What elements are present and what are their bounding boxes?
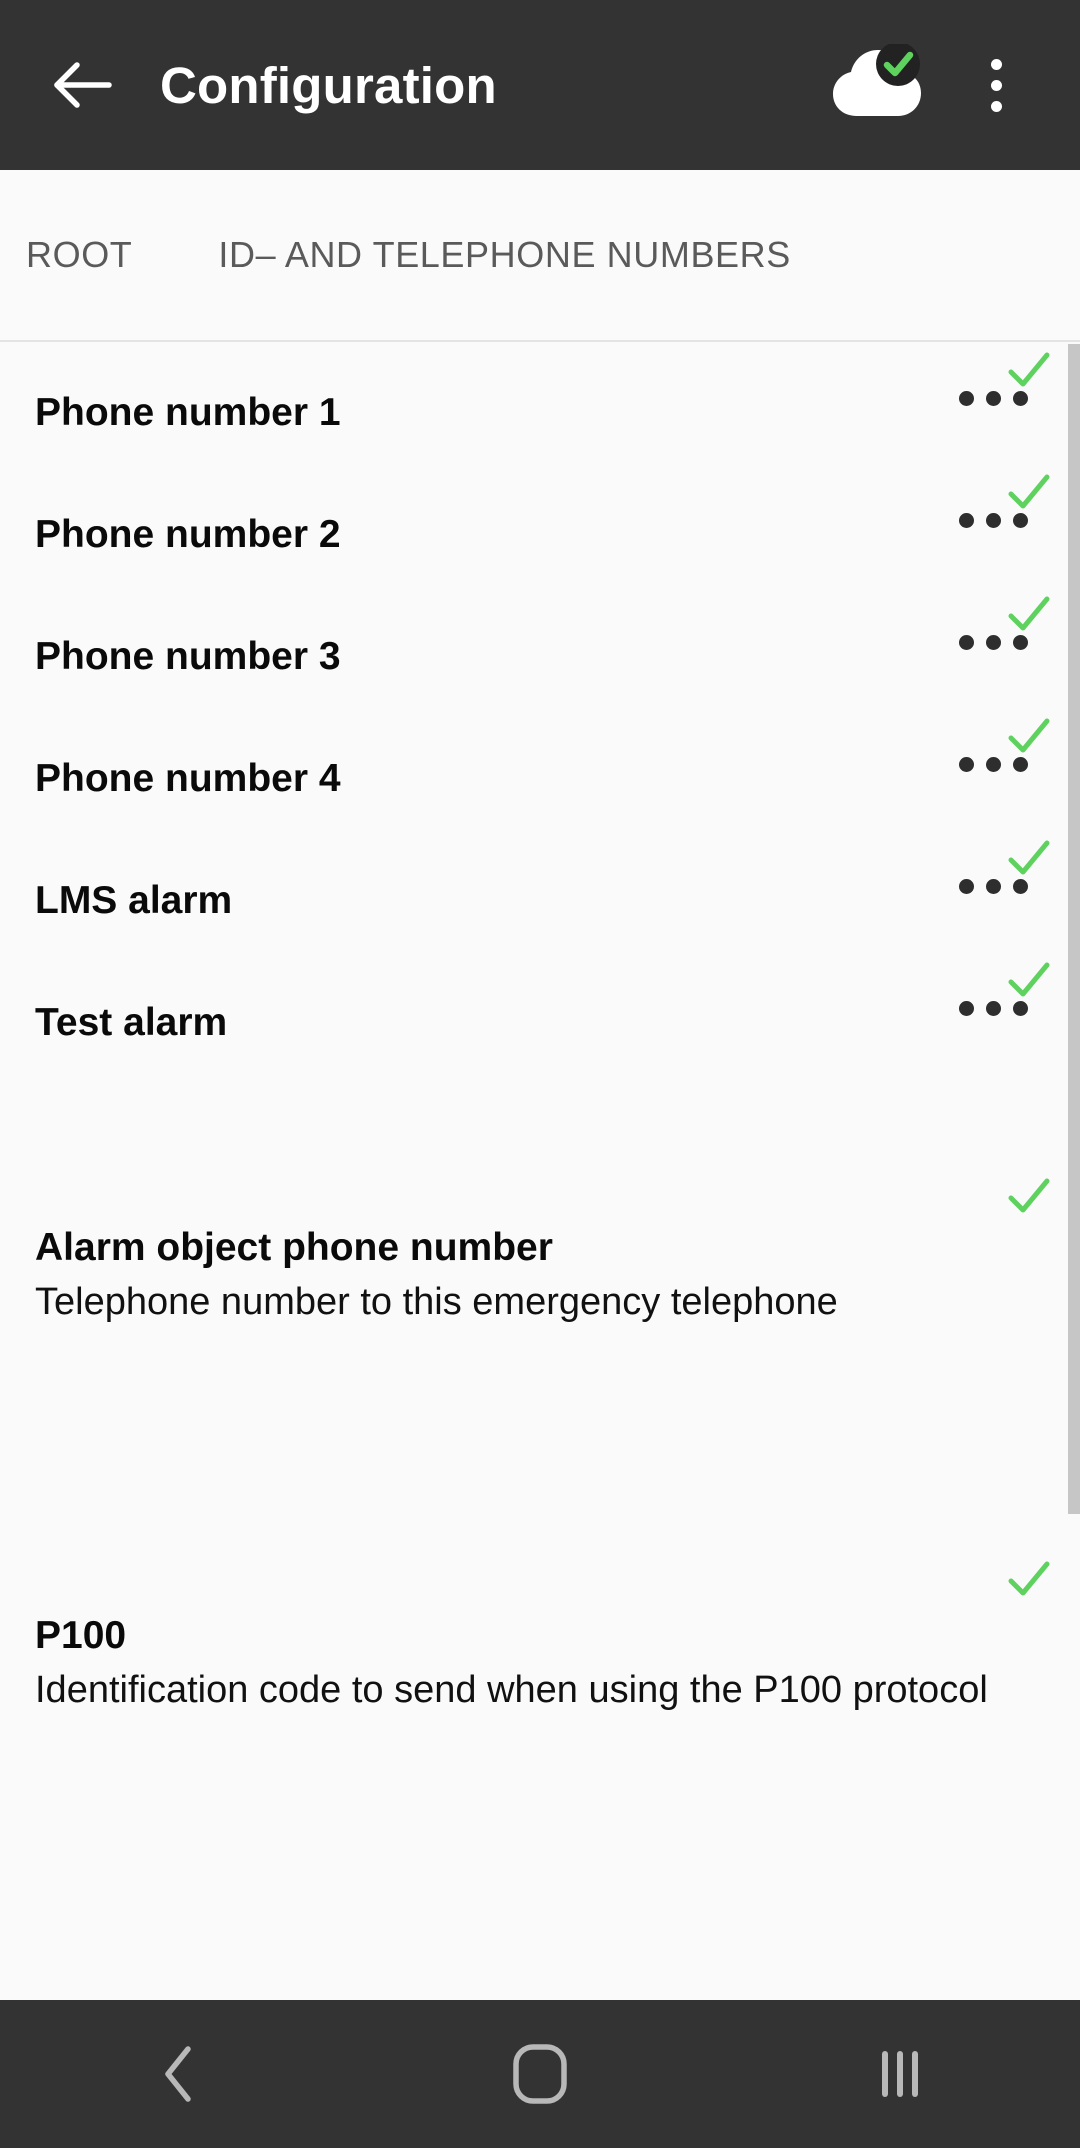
- list-item[interactable]: Phone number 2: [0, 466, 1080, 588]
- scrollbar-thumb[interactable]: [1068, 344, 1080, 1514]
- status-badge: [1006, 1557, 1052, 1603]
- list-item-title: Phone number 2: [35, 513, 341, 556]
- list-item-title: Test alarm: [35, 1001, 228, 1044]
- row-overflow-menu-button[interactable]: [959, 879, 1028, 894]
- row-overflow-menu-button[interactable]: [959, 513, 1028, 528]
- breadcrumb-item-current[interactable]: ID– AND TELEPHONE NUMBERS: [218, 234, 790, 276]
- list-item[interactable]: Phone number 4: [0, 710, 1080, 832]
- list-item-title: P100: [35, 1614, 127, 1657]
- list-item-title: Phone number 3: [35, 635, 341, 678]
- status-badge: [1006, 836, 1052, 882]
- row-overflow-menu-button[interactable]: [959, 757, 1028, 772]
- status-badge: [1006, 470, 1052, 516]
- nav-home-button[interactable]: [360, 2000, 720, 2148]
- list-item-title: Phone number 4: [35, 757, 341, 800]
- status-badge: [1006, 1174, 1052, 1220]
- back-button[interactable]: [28, 30, 138, 140]
- settings-list[interactable]: Phone number 1 Phone number 2 Phone number…: [0, 344, 1080, 1984]
- recents-icon: [882, 2051, 918, 2097]
- cloud-sync-button[interactable]: [828, 37, 924, 133]
- list-item[interactable]: P100 Identification code to send when usi…: [0, 1402, 1080, 1782]
- status-check-icon: [1008, 1178, 1050, 1213]
- status-badge: [1006, 348, 1052, 394]
- rows-container: Phone number 1 Phone number 2 Phone number…: [0, 344, 1080, 1782]
- cloud-synced-icon: [833, 44, 921, 116]
- list-item[interactable]: Alarm object phone number Telephone numbe…: [0, 1144, 1080, 1402]
- app-screen: Configuration ROOT ID– AND TELEPHONE NUM…: [0, 0, 1080, 2148]
- status-check-icon: [1008, 352, 1050, 387]
- status-check-icon: [1008, 840, 1050, 875]
- home-icon: [513, 2044, 567, 2104]
- breadcrumb: ROOT ID– AND TELEPHONE NUMBERS: [0, 170, 1080, 342]
- status-badge: [1006, 592, 1052, 638]
- list-item-title: Alarm object phone number: [35, 1226, 553, 1269]
- back-icon: [165, 2046, 191, 2102]
- breadcrumb-item-root[interactable]: ROOT: [26, 234, 132, 276]
- status-check-icon: [1008, 474, 1050, 509]
- row-overflow-menu-button[interactable]: [959, 391, 1028, 406]
- status-check-icon: [1008, 596, 1050, 631]
- app-bar: Configuration: [0, 0, 1080, 170]
- arrow-left-icon: [54, 62, 112, 108]
- list-item[interactable]: Phone number 1: [0, 344, 1080, 466]
- list-item-title: LMS alarm: [35, 879, 233, 922]
- list-item-title: Phone number 1: [35, 391, 341, 434]
- page-title: Configuration: [160, 56, 497, 114]
- nav-recents-button[interactable]: [720, 2000, 1080, 2148]
- status-check-icon: [1008, 718, 1050, 753]
- row-overflow-menu-button[interactable]: [959, 635, 1028, 650]
- row-overflow-menu-button[interactable]: [959, 1001, 1028, 1016]
- more-vertical-icon: [990, 58, 1002, 112]
- status-check-icon: [1008, 962, 1050, 997]
- list-item[interactable]: Phone number 3: [0, 588, 1080, 710]
- list-item[interactable]: Test alarm: [0, 954, 1080, 1144]
- status-badge: [1006, 714, 1052, 760]
- list-item-description: Identification code to send when using t…: [35, 1669, 988, 1711]
- status-badge: [1006, 958, 1052, 1004]
- scrollbar-track[interactable]: [1068, 344, 1080, 1984]
- list-item-description: Telephone number to this emergency telep…: [35, 1281, 838, 1323]
- status-check-icon: [1008, 1561, 1050, 1596]
- list-item[interactable]: LMS alarm: [0, 832, 1080, 954]
- system-navigation-bar: [0, 2000, 1080, 2148]
- nav-back-button[interactable]: [0, 2000, 360, 2148]
- overflow-menu-button[interactable]: [948, 37, 1044, 133]
